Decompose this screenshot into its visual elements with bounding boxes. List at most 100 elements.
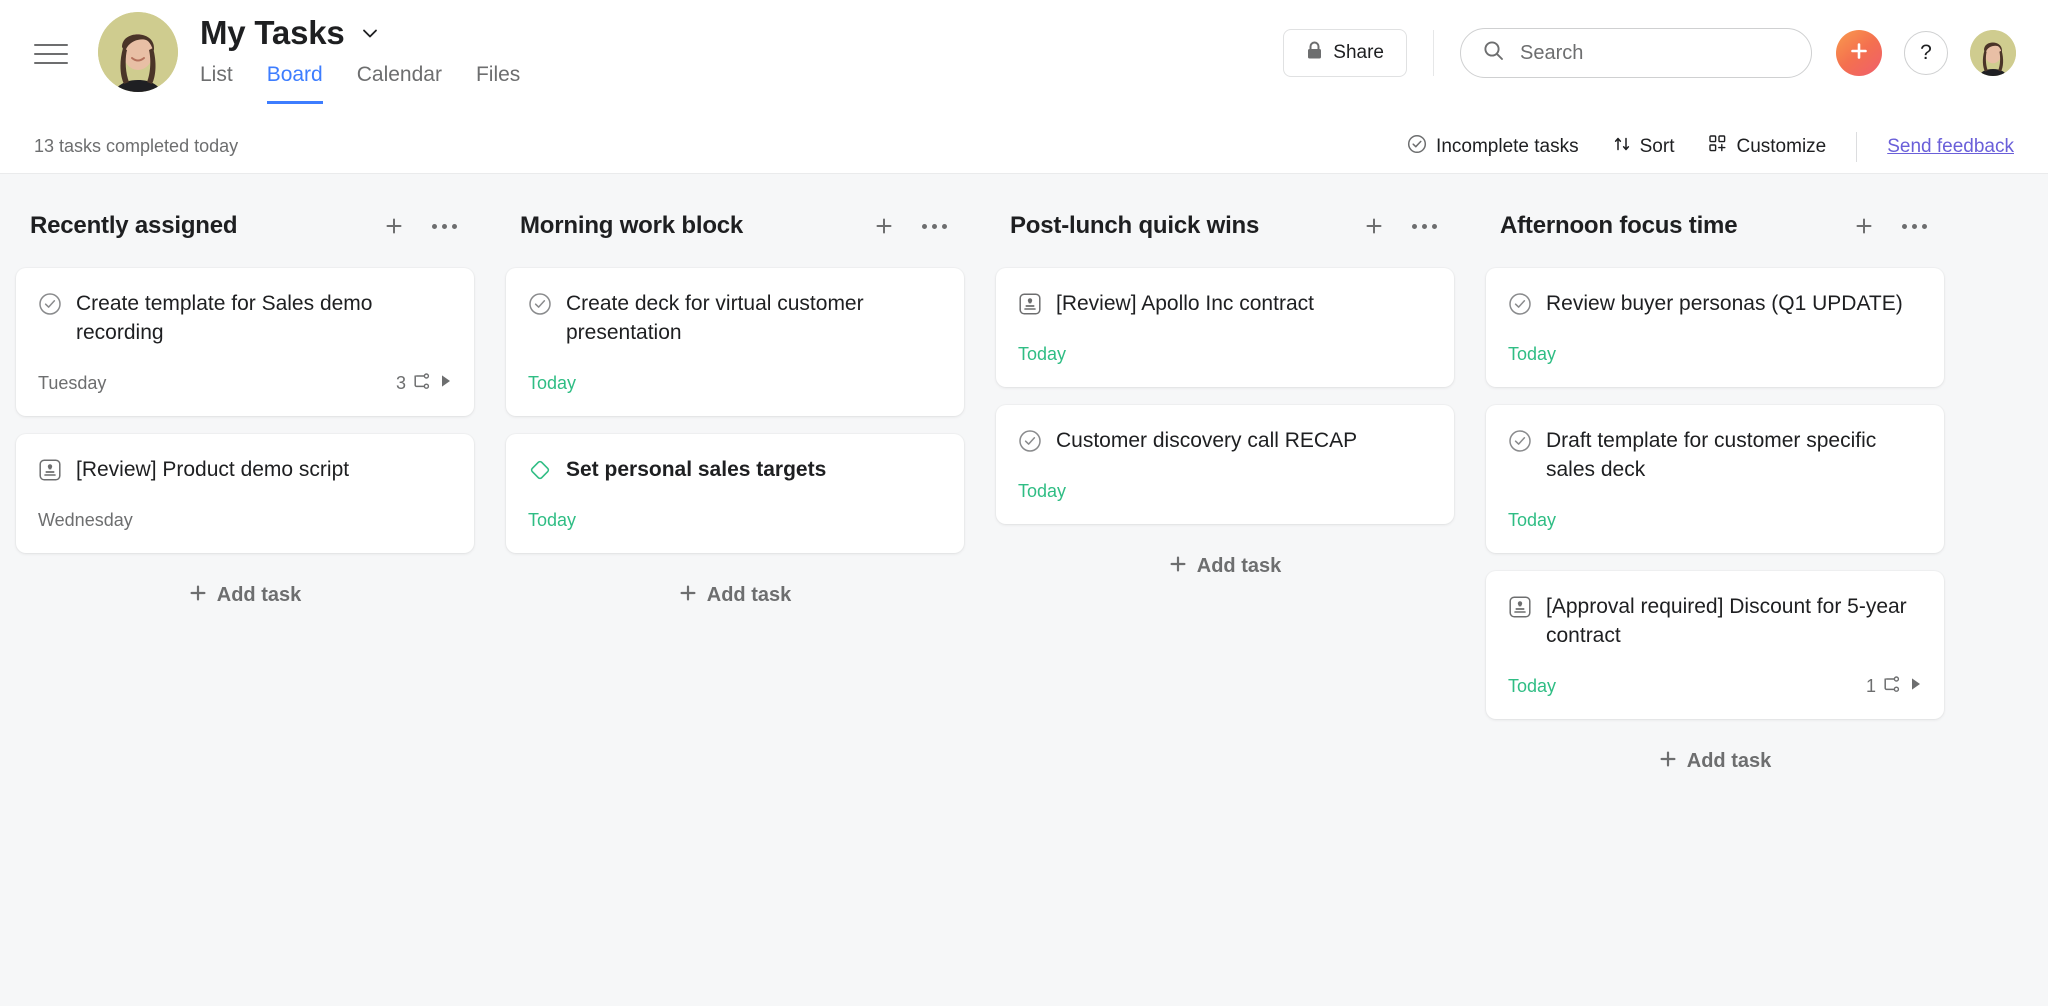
task-card-meta: Tuesday 3	[38, 372, 452, 396]
column-more-options-icon[interactable]	[1900, 212, 1928, 240]
task-due-date[interactable]: Today	[1508, 510, 1556, 531]
task-card-meta: Wednesday	[38, 509, 452, 533]
milestone-diamond-icon[interactable]	[528, 458, 552, 482]
add-task-plus-icon[interactable]	[380, 212, 408, 240]
task-card-title-row: Create template for Sales demo recording	[38, 290, 452, 348]
customize-label: Customize	[1736, 135, 1827, 157]
column-actions	[1850, 212, 1928, 240]
column-actions	[380, 212, 458, 240]
view-tabs: List Board Calendar Files	[200, 62, 520, 105]
check-circle-icon[interactable]	[38, 292, 62, 316]
send-feedback-link[interactable]: Send feedback	[1887, 136, 2014, 158]
user-avatar-portrait	[1970, 30, 2016, 76]
hamburger-line	[34, 44, 68, 46]
column-more-options-icon[interactable]	[920, 212, 948, 240]
chevron-down-icon[interactable]	[359, 22, 381, 44]
approval-stamp-icon[interactable]	[1018, 292, 1042, 316]
check-circle-icon[interactable]	[1018, 429, 1042, 453]
task-due-date[interactable]: Wednesday	[38, 510, 133, 531]
task-subtask-indicator[interactable]: 1	[1866, 676, 1922, 697]
task-due-date[interactable]: Today	[1508, 344, 1556, 365]
plus-icon	[1659, 750, 1677, 774]
task-due-date[interactable]: Today	[528, 373, 576, 394]
tab-calendar[interactable]: Calendar	[357, 62, 442, 104]
customize-grid-icon	[1708, 134, 1727, 159]
task-card[interactable]: [Review] Product demo script Wednesday	[16, 433, 474, 553]
task-card[interactable]: Create deck for virtual customer present…	[506, 268, 964, 416]
share-button[interactable]: Share	[1283, 29, 1407, 77]
task-card-title: Create deck for virtual customer present…	[566, 292, 864, 344]
task-card[interactable]: Customer discovery call RECAP Today	[996, 404, 1454, 524]
task-due-date[interactable]: Today	[1018, 344, 1066, 365]
help-button[interactable]: ?	[1904, 31, 1948, 75]
task-due-date[interactable]: Today	[528, 510, 576, 531]
search-input[interactable]: Search	[1460, 28, 1812, 78]
tab-board[interactable]: Board	[266, 62, 323, 105]
task-card[interactable]: Draft template for customer specific sal…	[1486, 404, 1944, 553]
expand-subtasks-triangle-icon[interactable]	[440, 374, 452, 393]
task-card-title-row: Review buyer personas (Q1 UPDATE)	[1508, 290, 1922, 319]
approval-stamp-icon[interactable]	[1508, 595, 1532, 619]
incomplete-tasks-filter[interactable]: Incomplete tasks	[1407, 134, 1579, 160]
task-card[interactable]: [Approval required] Discount for 5-year …	[1486, 570, 1944, 719]
task-card-title-row: Create deck for virtual customer present…	[528, 290, 942, 348]
task-card[interactable]: [Review] Apollo Inc contract Today	[996, 268, 1454, 387]
plus-icon	[189, 584, 207, 608]
customize-button[interactable]: Customize	[1708, 134, 1826, 159]
sort-button[interactable]: Sort	[1613, 135, 1674, 159]
column-more-options-icon[interactable]	[1410, 212, 1438, 240]
subtask-branch-icon	[413, 373, 433, 394]
task-card-title: [Approval required] Discount for 5-year …	[1546, 594, 1907, 647]
add-task-plus-icon[interactable]	[1850, 212, 1878, 240]
task-due-date[interactable]: Today	[1018, 481, 1066, 502]
column-header: Afternoon focus time	[1482, 204, 1948, 248]
task-card-title: Set personal sales targets	[566, 457, 827, 481]
task-card-title-row: Draft template for customer specific sal…	[1508, 427, 1922, 485]
plus-icon	[679, 584, 697, 608]
add-task-label: Add task	[1686, 750, 1772, 773]
hamburger-line	[34, 53, 68, 55]
task-card-title: Review buyer personas (Q1 UPDATE)	[1546, 292, 1903, 315]
check-circle-icon[interactable]	[1508, 429, 1532, 453]
column-header: Morning work block	[502, 204, 968, 248]
column-title: Morning work block	[520, 212, 744, 239]
column-header: Recently assigned	[12, 204, 478, 248]
task-card-title: Create template for Sales demo recording	[76, 292, 373, 344]
board-column-post-lunch-quick-wins: Post-lunch quick wins [Review] Apollo Inc…	[980, 204, 1470, 1006]
add-task-button[interactable]: Add task	[992, 546, 1458, 588]
column-cards: [Review] Apollo Inc contract Today Custome…	[992, 268, 1458, 524]
plus-icon	[1169, 555, 1187, 579]
task-card-title: Customer discovery call RECAP	[1056, 428, 1358, 452]
user-avatar[interactable]	[1970, 30, 2016, 76]
column-more-options-icon[interactable]	[430, 212, 458, 240]
expand-subtasks-triangle-icon[interactable]	[1910, 677, 1922, 696]
task-card-title: Draft template for customer specific sal…	[1546, 428, 1877, 481]
add-task-button[interactable]: Add task	[1482, 741, 1948, 783]
task-subtask-indicator[interactable]: 3	[396, 373, 452, 394]
add-task-plus-icon[interactable]	[1360, 212, 1388, 240]
tab-list[interactable]: List	[200, 62, 233, 104]
check-circle-icon[interactable]	[528, 292, 552, 316]
task-due-date[interactable]: Tuesday	[38, 373, 106, 394]
task-card-meta: Today	[1508, 343, 1922, 367]
add-task-plus-icon[interactable]	[870, 212, 898, 240]
hamburger-menu-icon[interactable]	[34, 37, 68, 71]
task-card[interactable]: Review buyer personas (Q1 UPDATE) Today	[1486, 268, 1944, 387]
add-task-button[interactable]: Add task	[502, 575, 968, 617]
task-due-date[interactable]: Today	[1508, 676, 1556, 697]
header-divider	[1433, 30, 1434, 76]
create-button[interactable]	[1836, 30, 1882, 76]
header-actions: Share Search ?	[1283, 28, 2020, 78]
task-card[interactable]: Set personal sales targets Today	[506, 433, 964, 553]
approval-stamp-icon[interactable]	[38, 458, 62, 482]
subtask-branch-icon	[1883, 676, 1903, 697]
top-header-bar: My Tasks List Board Calendar Files Share	[0, 0, 2048, 120]
task-card[interactable]: Create template for Sales demo recording…	[16, 268, 474, 416]
project-avatar[interactable]	[98, 12, 178, 92]
add-task-button[interactable]: Add task	[12, 575, 478, 617]
check-circle-icon[interactable]	[1508, 292, 1532, 316]
column-cards: Create template for Sales demo recording…	[12, 268, 478, 553]
tab-files[interactable]: Files	[476, 62, 520, 104]
task-card-title-row: Customer discovery call RECAP	[1018, 427, 1432, 456]
search-icon	[1483, 40, 1504, 66]
